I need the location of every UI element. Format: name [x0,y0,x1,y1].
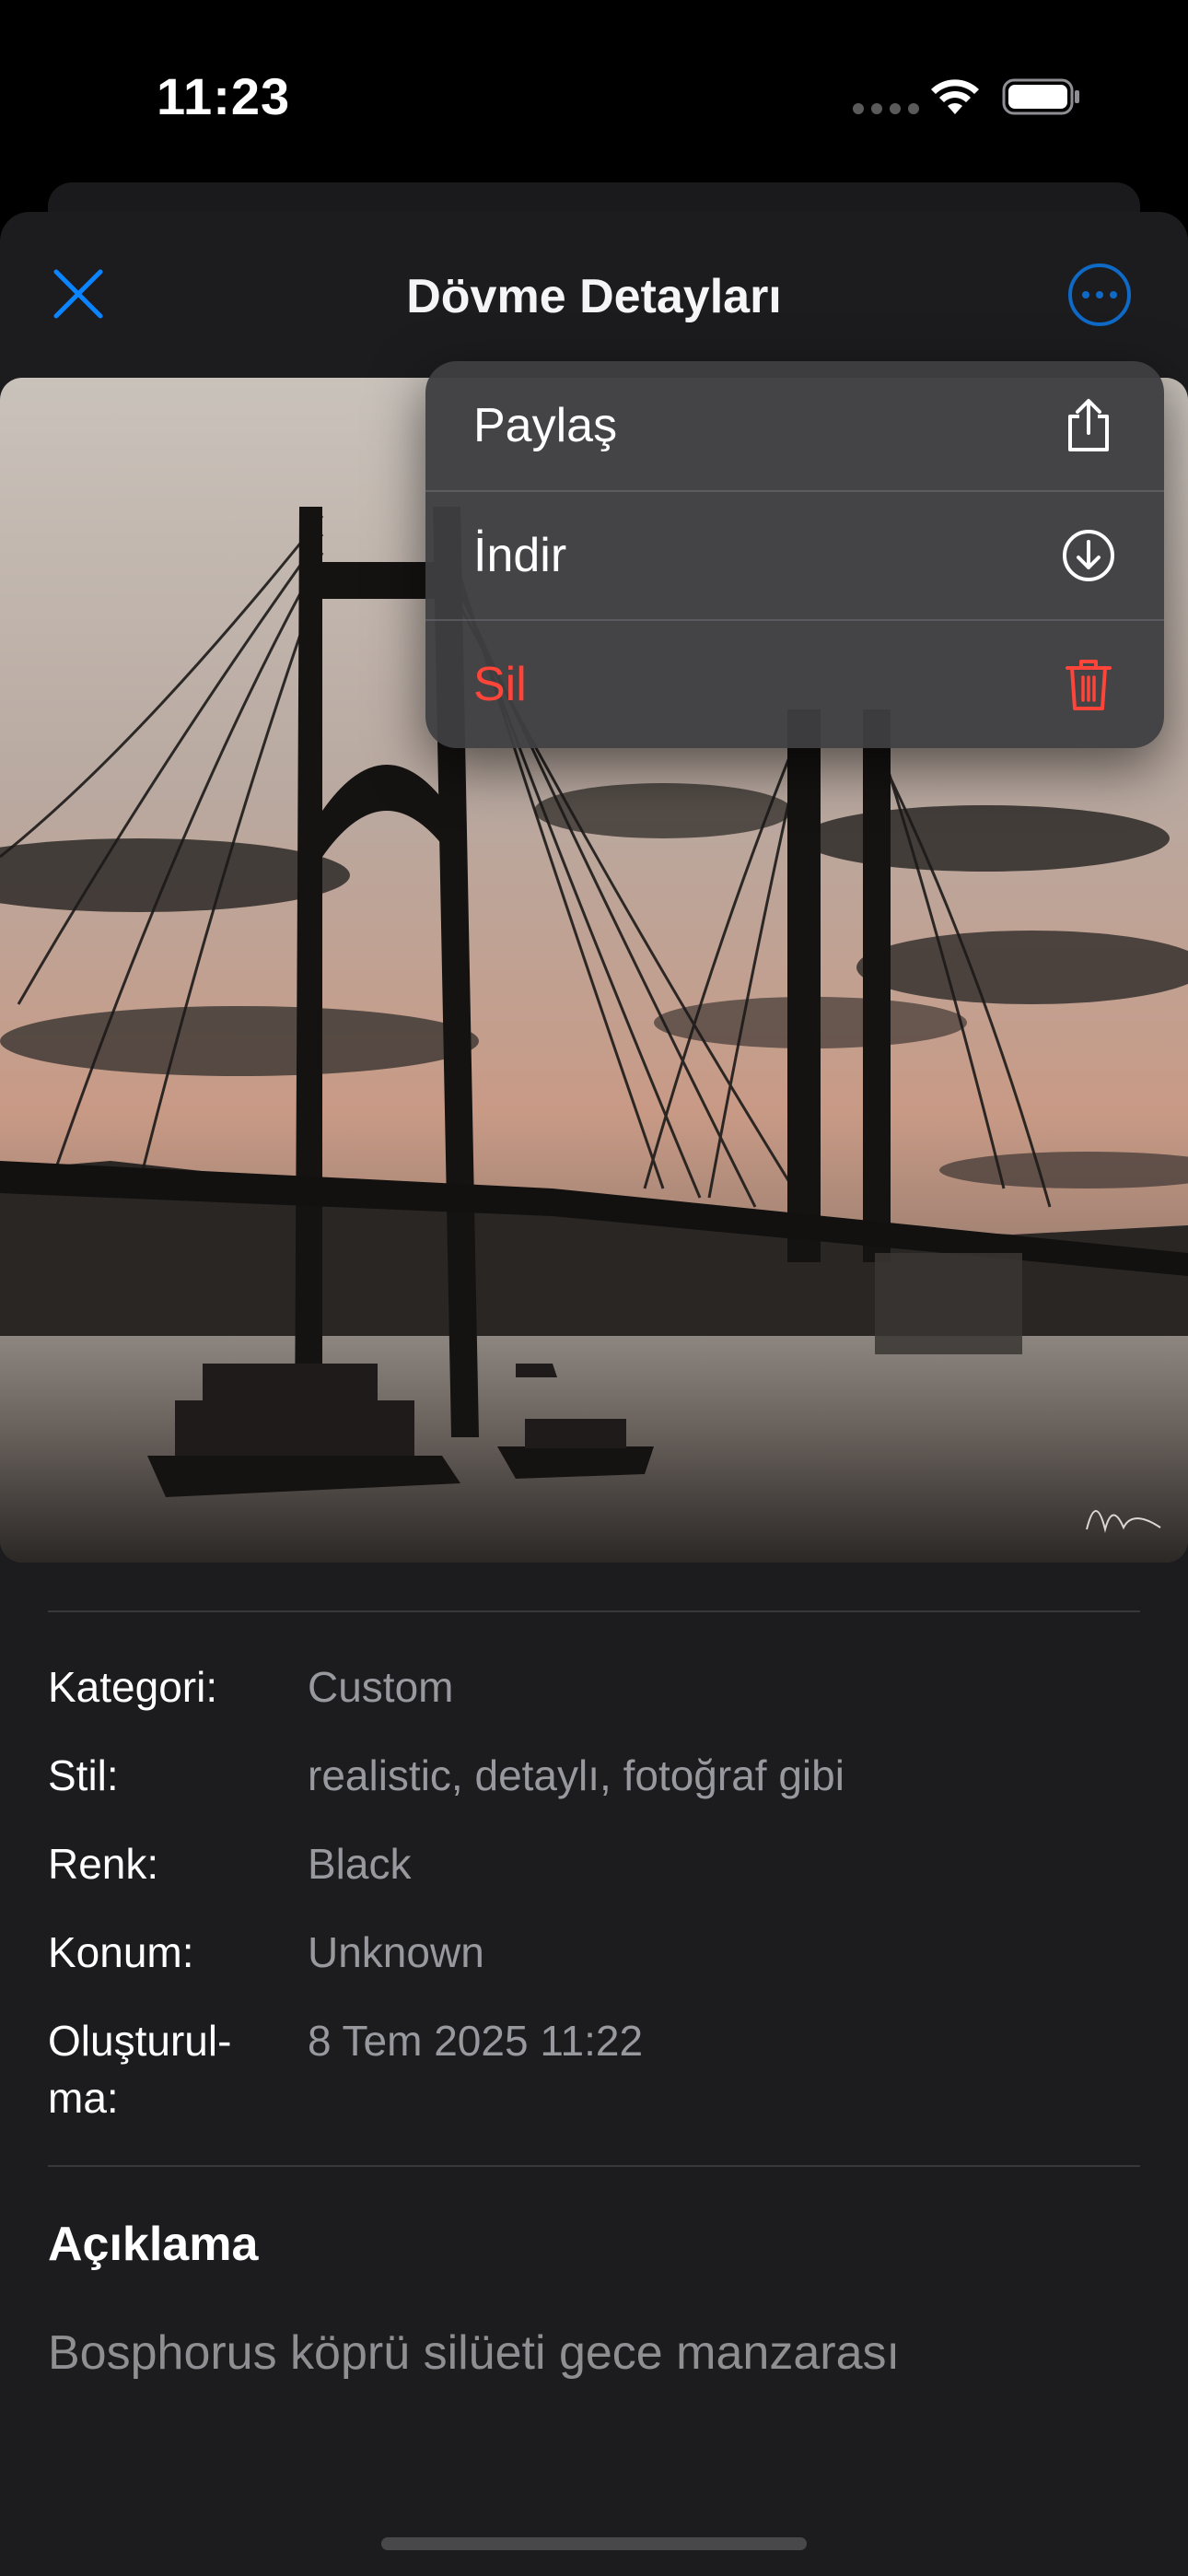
trash-icon [1061,657,1116,712]
detail-label: Oluşturul- ma: [48,2012,308,2126]
navigation-bar: Dövme Detayları [0,212,1188,378]
menu-item-label: Paylaş [473,399,618,452]
detail-label: Konum: [48,1928,194,1976]
divider [48,1610,1140,1612]
detail-row-created: Oluşturul- ma: 8 Tem 2025 11:22 [48,2012,1140,2126]
menu-item-share[interactable]: Paylaş [425,361,1164,490]
detail-label: Renk: [48,1840,159,1888]
home-indicator [381,2537,807,2550]
description-text: Bosphorus köprü silüeti gece manzarası [48,2326,900,2380]
menu-item-label: Sil [473,658,527,711]
menu-item-download[interactable]: İndir [425,490,1164,619]
screen: 11:23 Dövme Detayları Kategori: Custom S… [0,0,1188,2576]
wifi-icon [931,79,979,114]
detail-row-style: Stil: realistic, detaylı, fotoğraf gibi [48,1747,1140,1804]
divider [48,2165,1140,2167]
detail-label-line: Oluşturul- [48,2017,232,2065]
detail-value: Unknown [308,1928,484,1976]
detail-value: Black [308,1840,412,1888]
detail-value: Custom [308,1663,454,1711]
detail-value: 8 Tem 2025 11:22 [308,2017,644,2065]
context-menu: Paylaş İndir Sil [425,361,1164,748]
download-circle-icon [1061,528,1116,583]
detail-row-color: Renk: Black [48,1835,1140,1892]
menu-item-delete[interactable]: Sil [425,619,1164,748]
menu-item-label: İndir [473,529,567,582]
battery-icon [1002,78,1079,115]
detail-row-location: Konum: Unknown [48,1924,1140,1981]
page-title: Dövme Detayları [406,270,782,323]
status-bar: 11:23 [0,0,1188,184]
status-time: 11:23 [157,67,291,125]
more-options-button[interactable] [1068,263,1131,326]
detail-label-line: ma: [48,2074,119,2122]
detail-label: Stil: [48,1751,119,1799]
details-list: Kategori: Custom Stil: realistic, detayl… [48,1658,1140,2158]
cellular-dots-icon [853,103,919,114]
detail-label: Kategori: [48,1663,218,1711]
description-title: Açıklama [48,2218,259,2271]
share-icon [1061,398,1116,453]
ellipsis-circle-icon [1082,291,1089,299]
detail-value: realistic, detaylı, fotoğraf gibi [308,1751,844,1799]
detail-row-category: Kategori: Custom [48,1658,1140,1715]
